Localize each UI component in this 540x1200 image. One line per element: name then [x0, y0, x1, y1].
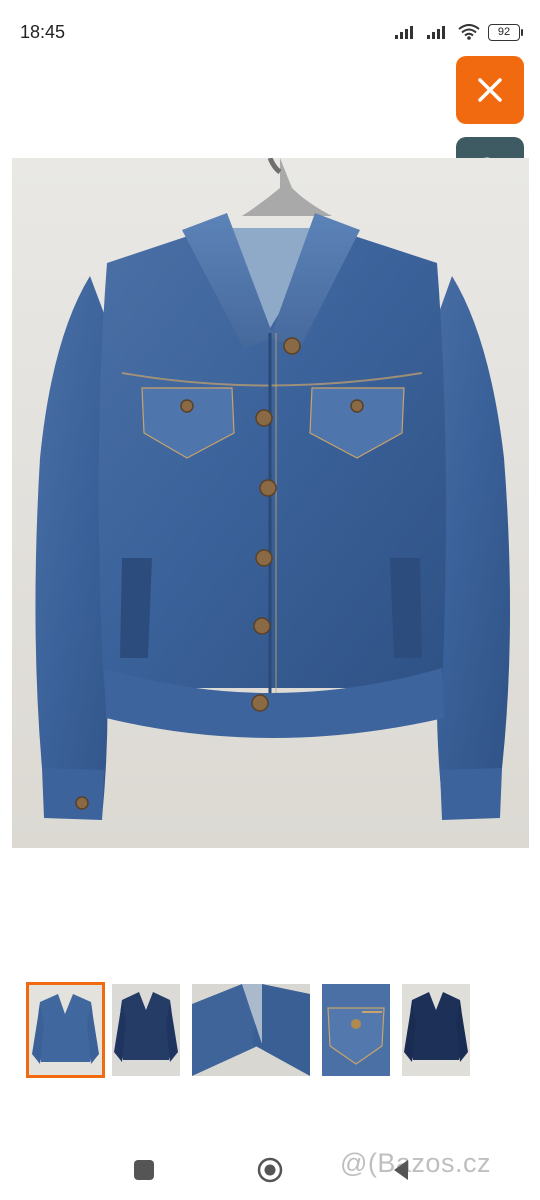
- close-button[interactable]: [456, 56, 524, 124]
- thumbnail-4[interactable]: [322, 984, 390, 1076]
- product-photo[interactable]: [12, 158, 529, 848]
- navigation-bar: @(Bazos.cz: [0, 1130, 540, 1200]
- battery-icon: 92: [488, 23, 523, 41]
- clock-time: 18:45: [20, 22, 66, 42]
- home-icon[interactable]: [257, 1157, 283, 1183]
- status-bar: 18:45 92: [0, 0, 540, 64]
- thumbnail-1[interactable]: [26, 982, 105, 1078]
- wifi-icon: [458, 24, 480, 40]
- signal-icon: [427, 26, 445, 39]
- thumbnail-strip: [0, 982, 540, 1078]
- thumbnail-2[interactable]: [112, 984, 180, 1076]
- thumbnail-3[interactable]: [192, 984, 310, 1076]
- close-icon: [478, 78, 502, 102]
- back-icon[interactable]: [388, 1157, 414, 1183]
- watermark-logo: @(Bazos.cz: [340, 1148, 491, 1178]
- thumbnail-5[interactable]: [402, 984, 470, 1076]
- recents-icon[interactable]: [134, 1160, 154, 1180]
- status-icons: 92: [394, 22, 523, 42]
- signal-icon: [395, 26, 413, 39]
